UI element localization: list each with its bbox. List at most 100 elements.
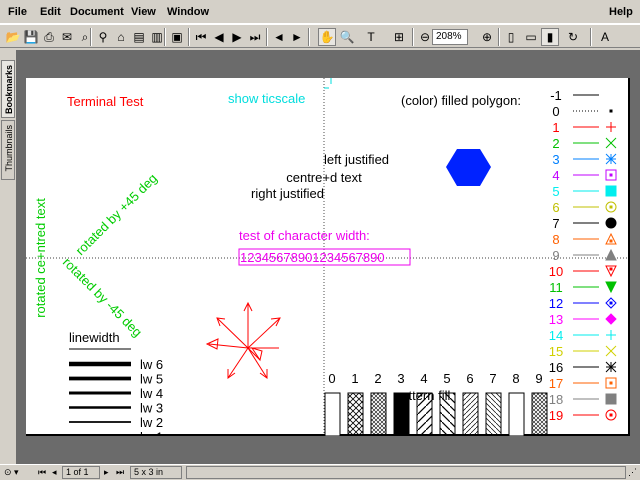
pattern-box — [508, 392, 525, 436]
separator — [90, 28, 92, 46]
linewidth-label-item: lw 5 — [140, 372, 163, 387]
filled-polygon-label: (color) filled polygon: — [401, 93, 521, 108]
point-type-label: 8 — [552, 232, 559, 247]
point-type-label: 0 — [552, 104, 559, 119]
separator — [188, 28, 190, 46]
right-justified-text: right justified — [251, 186, 324, 201]
menu-edit[interactable]: Edit — [40, 6, 61, 18]
linewidth-samples: lw 6lw 5lw 4lw 3lw 2lw 1 — [69, 357, 163, 436]
next-page-icon[interactable]: ▶ — [228, 28, 246, 46]
pattern-number: 1 — [351, 371, 358, 386]
linewidth-label-item: lw 1 — [140, 430, 163, 437]
pattern-box — [485, 392, 502, 436]
point-type-symbol — [605, 137, 617, 149]
status-menu-arrow-icon[interactable]: ▾ — [14, 467, 19, 478]
page-number-field[interactable]: 1 of 1 — [62, 466, 100, 479]
hand-tool-icon[interactable]: ✋ — [318, 28, 336, 46]
left-justified-text: left justified — [324, 152, 389, 167]
rotated-plus-45-text: rotated by +45 deg — [73, 171, 161, 259]
terminal-test-plot: Terminal Test show ticscale (color) fill… — [26, 78, 630, 436]
snapshot-icon[interactable]: ⊞ — [390, 28, 408, 46]
previous-page-icon[interactable]: ◀ — [210, 28, 228, 46]
last-page-icon[interactable]: ⏭ — [246, 28, 264, 46]
point-type-symbol — [605, 185, 617, 197]
horizontal-scrollbar[interactable] — [186, 466, 626, 479]
resize-grip-icon[interactable]: ⋰ — [628, 467, 637, 478]
email-icon[interactable]: ✉ — [58, 28, 76, 46]
pdf-viewer-window: File Edit Document View Window Help 📂 💾 … — [0, 0, 640, 480]
pattern-box — [324, 392, 341, 436]
menu-view[interactable]: View — [131, 6, 156, 18]
separator — [412, 28, 414, 46]
first-page-icon[interactable]: ⏮ — [192, 28, 210, 46]
point-type-label: 4 — [552, 168, 559, 183]
menu-help[interactable]: Help — [609, 6, 633, 18]
point-type-symbol — [605, 153, 617, 165]
menu-document[interactable]: Document — [70, 6, 124, 18]
pdf-page: Terminal Test show ticscale (color) fill… — [26, 78, 630, 436]
fit-page-icon[interactable]: ▭ — [522, 28, 540, 46]
point-type-symbol — [605, 217, 617, 229]
document-icon[interactable]: ▤ — [130, 28, 148, 46]
pattern-number: 0 — [328, 371, 335, 386]
point-type-label: 15 — [549, 344, 563, 359]
text-select-icon[interactable]: T — [362, 28, 380, 46]
status-prev-page-icon[interactable]: ◂ — [52, 467, 57, 478]
rotate-icon[interactable]: ↻ — [564, 28, 582, 46]
separator — [266, 28, 268, 46]
point-type-symbol — [605, 248, 617, 261]
menu-window[interactable]: Window — [167, 6, 209, 18]
web-capture-icon[interactable]: ⌂ — [112, 28, 130, 46]
point-type-symbol — [606, 330, 616, 340]
find-icon[interactable]: ⚲ — [94, 28, 112, 46]
ticscale-label: show ticscale — [228, 91, 305, 106]
status-first-page-icon[interactable]: ⏮ — [38, 467, 46, 478]
point-type-label: 11 — [549, 280, 563, 295]
point-type-label: 2 — [552, 136, 559, 151]
arrow-head — [259, 369, 268, 379]
pattern-box — [393, 392, 410, 436]
tab-thumbnails[interactable]: Thumbnails — [1, 120, 15, 180]
arrow-up-left — [216, 317, 249, 349]
pattern-box — [347, 392, 364, 436]
save-icon[interactable]: 💾 — [22, 28, 40, 46]
pattern-number: 9 — [535, 371, 542, 386]
document-view[interactable]: Terminal Test show ticscale (color) fill… — [16, 50, 640, 464]
show-navigation-icon[interactable]: ▣ — [168, 28, 186, 46]
char-width-label: test of character width: — [239, 228, 370, 243]
point-type-symbol — [605, 313, 617, 325]
status-last-page-icon[interactable]: ⏭ — [116, 467, 124, 478]
pattern-number: 5 — [443, 371, 450, 386]
menubar: File Edit Document View Window Help — [0, 0, 640, 24]
open-icon[interactable]: 📂 — [4, 28, 22, 46]
linewidth-label-item: lw 4 — [140, 386, 163, 401]
zoom-in-icon[interactable]: ⊕ — [478, 28, 496, 46]
pattern-box — [439, 392, 456, 436]
point-type-symbol — [606, 122, 616, 132]
actual-size-icon[interactable]: ▯ — [502, 28, 520, 46]
menu-file[interactable]: File — [8, 6, 27, 18]
point-type-label: 18 — [549, 392, 563, 407]
pattern-box — [531, 392, 548, 436]
status-menu-icon[interactable]: ⊙ — [4, 467, 12, 478]
print-icon[interactable]: ⎙ — [40, 28, 58, 46]
arrow-down-left — [227, 347, 249, 379]
zoom-level-field[interactable]: 208% — [432, 29, 468, 45]
arrow-down-right — [247, 347, 268, 379]
pattern-number: 4 — [420, 371, 427, 386]
navigation-tabs: Bookmarks Thumbnails — [0, 50, 16, 464]
point-type-symbol — [605, 345, 617, 357]
status-next-page-icon[interactable]: ▸ — [104, 467, 109, 478]
point-type-label: 9 — [552, 248, 559, 263]
go-back-icon[interactable]: ◄ — [270, 28, 288, 46]
page-size-display: 5 x 3 in — [130, 466, 182, 479]
fit-width-icon[interactable]: ▮ — [541, 28, 559, 46]
point-type-label: 10 — [549, 264, 563, 279]
zoom-tool-icon[interactable]: 🔍 — [338, 28, 356, 46]
rotated-centred-text: rotated ce+ntred text — [33, 198, 48, 318]
point-type-symbol — [605, 377, 617, 389]
tab-bookmarks[interactable]: Bookmarks — [1, 60, 15, 118]
go-forward-icon[interactable]: ► — [288, 28, 306, 46]
point-type-symbol — [605, 409, 617, 421]
point-type-symbol — [609, 109, 613, 113]
